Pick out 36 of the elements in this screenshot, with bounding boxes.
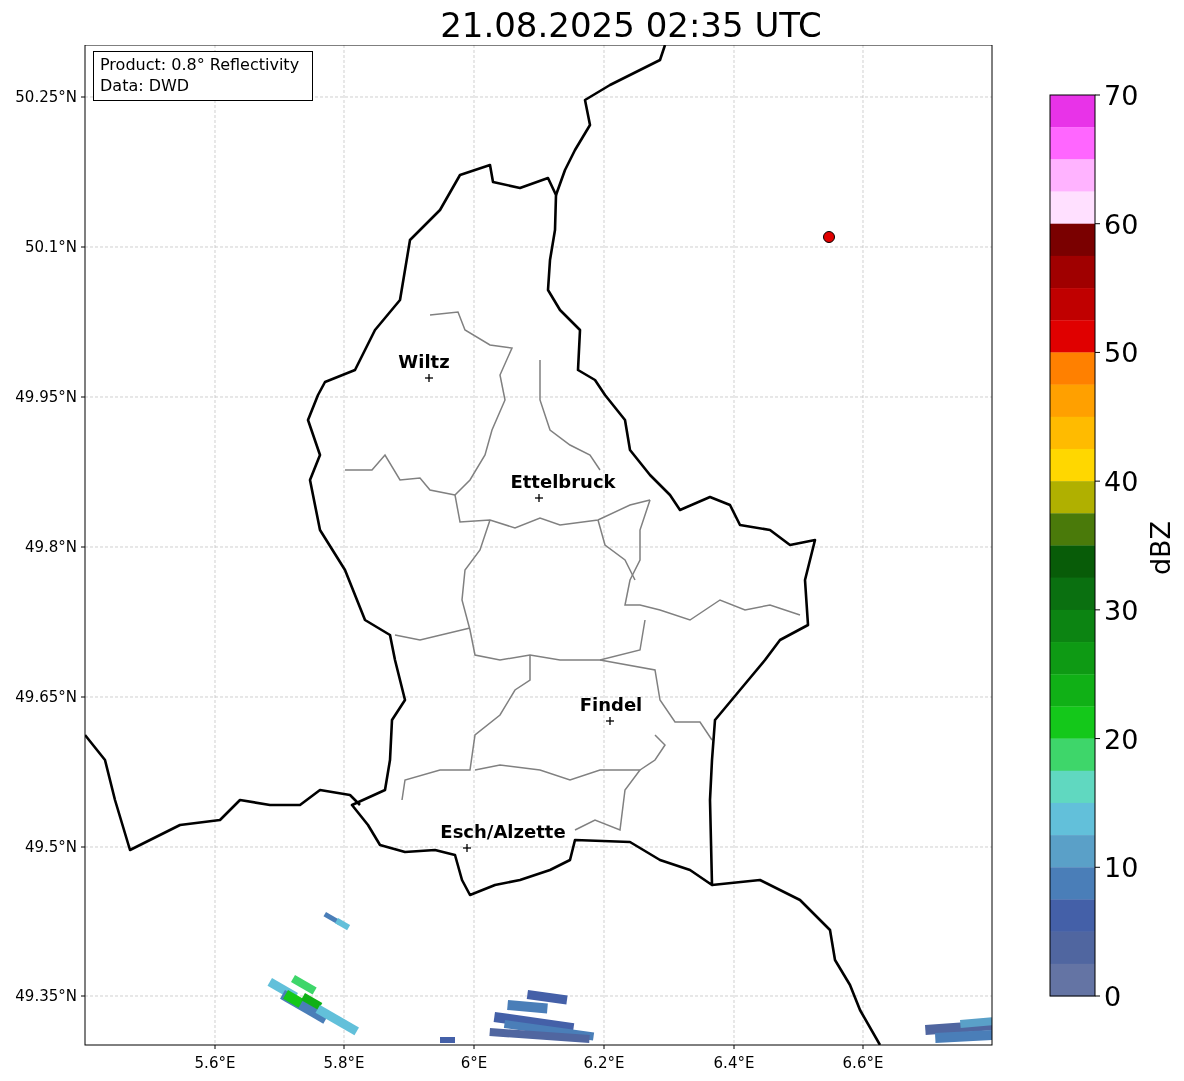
radar-echo bbox=[925, 1017, 992, 1043]
longitude-label: 6°E bbox=[460, 1054, 488, 1072]
colorbar-label: dBZ bbox=[1145, 520, 1176, 576]
colorbar-tick-label: 0 bbox=[1104, 981, 1122, 1012]
colorbar-tick-label: 20 bbox=[1104, 723, 1139, 755]
colorbar-tick-label: 10 bbox=[1104, 852, 1139, 884]
city-label: Ettelbruck bbox=[510, 471, 616, 492]
latitude-label: 50.1°N bbox=[24, 238, 77, 256]
info-text: Data: DWD bbox=[100, 76, 190, 95]
longitude-label: 5.6°E bbox=[194, 1054, 236, 1072]
longitude-label: 6.4°E bbox=[713, 1054, 755, 1072]
colorbar-tick-label: 40 bbox=[1104, 466, 1139, 498]
city-marker bbox=[462, 843, 472, 853]
longitude-label: 6.2°E bbox=[583, 1054, 625, 1072]
city-label: Wiltz bbox=[398, 351, 450, 372]
latitude-label: 50.25°N bbox=[15, 88, 77, 106]
colorbar-tick-label: 70 bbox=[1104, 80, 1139, 111]
city-label: Esch/Alzette bbox=[440, 821, 566, 842]
radar-site-marker bbox=[823, 231, 835, 243]
longitude-label: 5.8°E bbox=[323, 1054, 365, 1072]
latitude-label: 49.8°N bbox=[24, 538, 77, 556]
colorbar-tick-label: 60 bbox=[1104, 208, 1139, 240]
latitude-label: 49.5°N bbox=[24, 838, 77, 856]
city-label: Findel bbox=[579, 694, 643, 715]
longitude-label: 6.6°E bbox=[842, 1054, 884, 1072]
city-marker bbox=[424, 373, 434, 383]
latitude-label: 49.35°N bbox=[15, 987, 77, 1005]
colorbar-tick-label: 50 bbox=[1104, 337, 1139, 369]
colorbar-tick-label: 30 bbox=[1104, 594, 1139, 626]
city-marker bbox=[605, 716, 615, 726]
chart-title: 21.08.2025 02:35 UTC bbox=[440, 5, 822, 45]
info-text: Product: 0.8° Reflectivity bbox=[100, 55, 300, 74]
latitude-label: 49.95°N bbox=[15, 388, 77, 406]
radar-echo bbox=[323, 912, 351, 931]
latitude-label: 49.65°N bbox=[15, 688, 77, 706]
city-marker bbox=[534, 493, 544, 503]
